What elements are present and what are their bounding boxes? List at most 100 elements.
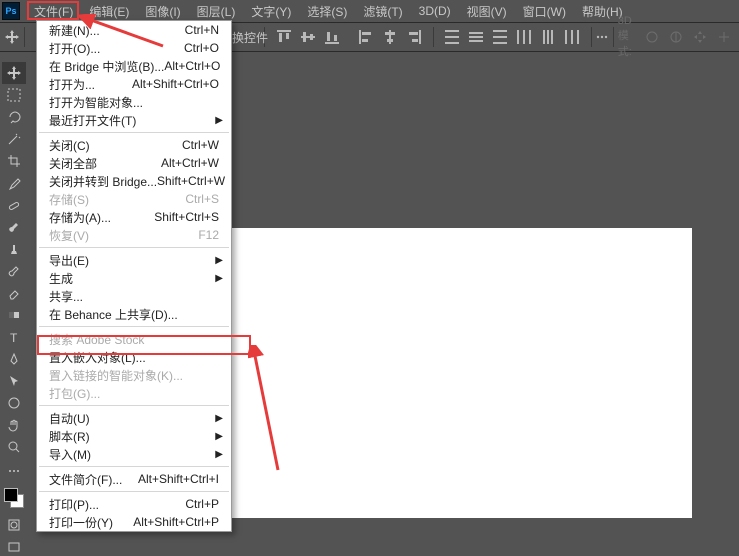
menu-item-26[interactable]: 导入(M)▶	[37, 445, 231, 463]
align-left-icon[interactable]	[357, 28, 375, 46]
menu-item-1[interactable]: 打开(O)... Ctrl+O	[37, 39, 231, 57]
menu-separator	[39, 326, 229, 327]
menu-item-label: 存储为(A)...	[49, 209, 111, 226]
menu-item-30[interactable]: 打印(P)... Ctrl+P	[37, 495, 231, 513]
dist-left-icon[interactable]	[515, 28, 533, 46]
menu-item-label: 文件简介(F)...	[49, 471, 122, 488]
tool-palette: T	[0, 52, 28, 556]
menu-item-9[interactable]: 关闭并转到 Bridge...Shift+Ctrl+W	[37, 172, 231, 190]
quickmask-icon[interactable]	[2, 516, 26, 534]
menu-item-label: 新建(N)...	[49, 22, 100, 39]
lasso-tool[interactable]	[2, 106, 26, 128]
dist-right-icon[interactable]	[563, 28, 581, 46]
menu-item-label: 最近打开文件(T)	[49, 112, 136, 129]
menu-item-label: 自动(U)	[49, 410, 90, 427]
menu-filter[interactable]: 滤镜(T)	[355, 0, 410, 23]
menu-item-label: 打开为...	[49, 76, 95, 93]
menu-item-11[interactable]: 存储为(A)... Shift+Ctrl+S	[37, 208, 231, 226]
menu-item-label: 打印(P)...	[49, 496, 99, 513]
menu-item-shortcut: F12	[198, 228, 219, 242]
align-vcenter-icon[interactable]	[299, 28, 317, 46]
menu-item-15[interactable]: 生成▶	[37, 269, 231, 287]
menu-item-14[interactable]: 导出(E)▶	[37, 251, 231, 269]
ps-app-icon: Ps	[2, 2, 20, 20]
zoom-tool[interactable]	[2, 436, 26, 458]
healing-tool[interactable]	[2, 194, 26, 216]
menu-item-3[interactable]: 打开为... Alt+Shift+Ctrl+O	[37, 75, 231, 93]
pen-tool[interactable]	[2, 348, 26, 370]
document-canvas[interactable]	[231, 228, 692, 518]
menu-item-label: 打开为智能对象...	[49, 94, 143, 111]
menu-item-0[interactable]: 新建(N)... Ctrl+N	[37, 21, 231, 39]
align-right-icon[interactable]	[405, 28, 423, 46]
menu-item-label: 置入链接的智能对象(K)...	[49, 367, 183, 384]
dist-bottom-icon[interactable]	[491, 28, 509, 46]
menu-item-25[interactable]: 脚本(R)▶	[37, 427, 231, 445]
menu-item-shortcut: Ctrl+N	[185, 23, 219, 37]
distribute-group	[437, 28, 587, 46]
stamp-tool[interactable]	[2, 238, 26, 260]
menu-item-label: 生成	[49, 270, 73, 287]
magic-wand-tool[interactable]	[2, 128, 26, 150]
move-tool[interactable]	[2, 62, 26, 84]
menu-item-22: 打包(G)...	[37, 384, 231, 402]
menu-item-8[interactable]: 关闭全部Alt+Ctrl+W	[37, 154, 231, 172]
slide-3d-icon[interactable]	[715, 28, 733, 46]
edit-toolbar-icon[interactable]	[2, 462, 26, 480]
menu-item-20[interactable]: 置入嵌入对象(L)...	[37, 348, 231, 366]
menu-item-label: 关闭全部	[49, 155, 97, 172]
menu-type[interactable]: 文字(Y)	[243, 0, 299, 23]
path-select-tool[interactable]	[2, 370, 26, 392]
history-brush-tool[interactable]	[2, 260, 26, 282]
menu-item-shortcut: Ctrl+W	[182, 138, 219, 152]
menu-select[interactable]: 选择(S)	[299, 0, 355, 23]
menu-item-7[interactable]: 关闭(C)Ctrl+W	[37, 136, 231, 154]
screenmode-icon[interactable]	[2, 538, 26, 556]
menu-item-2[interactable]: 在 Bridge 中浏览(B)...Alt+Ctrl+O	[37, 57, 231, 75]
menu-item-label: 打开(O)...	[49, 40, 100, 57]
menu-item-shortcut: Shift+Ctrl+S	[154, 210, 219, 224]
brush-tool[interactable]	[2, 216, 26, 238]
menu-item-17[interactable]: 在 Behance 上共享(D)...	[37, 305, 231, 323]
overflow-icon[interactable]	[595, 28, 609, 46]
pan-3d-icon[interactable]	[691, 28, 709, 46]
menu-item-shortcut: Ctrl+O	[184, 41, 219, 55]
menu-item-31[interactable]: 打印一份(Y)Alt+Shift+Ctrl+P	[37, 513, 231, 531]
menu-item-label: 导入(M)	[49, 446, 91, 463]
menu-3d[interactable]: 3D(D)	[411, 1, 459, 21]
shape-tool[interactable]	[2, 392, 26, 414]
menu-item-28[interactable]: 文件简介(F)...Alt+Shift+Ctrl+I	[37, 470, 231, 488]
menu-item-24[interactable]: 自动(U)▶	[37, 409, 231, 427]
move-tool-icon[interactable]	[4, 28, 20, 46]
menu-item-label: 关闭并转到 Bridge...	[49, 173, 157, 190]
marquee-tool[interactable]	[2, 84, 26, 106]
menu-window[interactable]: 窗口(W)	[515, 0, 574, 23]
crop-tool[interactable]	[2, 150, 26, 172]
align-bottom-icon[interactable]	[323, 28, 341, 46]
menu-separator	[39, 491, 229, 492]
orbit-3d-icon[interactable]	[643, 28, 661, 46]
align-hcenter-icon[interactable]	[381, 28, 399, 46]
menu-item-shortcut: Ctrl+P	[185, 497, 219, 511]
menu-item-shortcut: Ctrl+S	[185, 192, 219, 206]
menu-item-16[interactable]: 共享...	[37, 287, 231, 305]
menu-item-10: 存储(S)Ctrl+S	[37, 190, 231, 208]
foreground-color-swatch[interactable]	[4, 488, 18, 502]
eyedropper-tool[interactable]	[2, 172, 26, 194]
menu-item-label: 置入嵌入对象(L)...	[49, 349, 146, 366]
roll-3d-icon[interactable]	[667, 28, 685, 46]
type-tool[interactable]: T	[2, 326, 26, 348]
eraser-tool[interactable]	[2, 282, 26, 304]
dist-top-icon[interactable]	[443, 28, 461, 46]
dist-hcenter-icon[interactable]	[539, 28, 557, 46]
menu-item-4[interactable]: 打开为智能对象...	[37, 93, 231, 111]
color-swatches[interactable]	[2, 486, 26, 512]
menu-item-shortcut: Alt+Shift+Ctrl+O	[132, 77, 219, 91]
align-top-icon[interactable]	[275, 28, 293, 46]
menu-item-label: 打印一份(Y)	[49, 514, 113, 531]
menu-view[interactable]: 视图(V)	[459, 0, 515, 23]
dist-vcenter-icon[interactable]	[467, 28, 485, 46]
hand-tool[interactable]	[2, 414, 26, 436]
menu-item-5[interactable]: 最近打开文件(T)▶	[37, 111, 231, 129]
gradient-tool[interactable]	[2, 304, 26, 326]
